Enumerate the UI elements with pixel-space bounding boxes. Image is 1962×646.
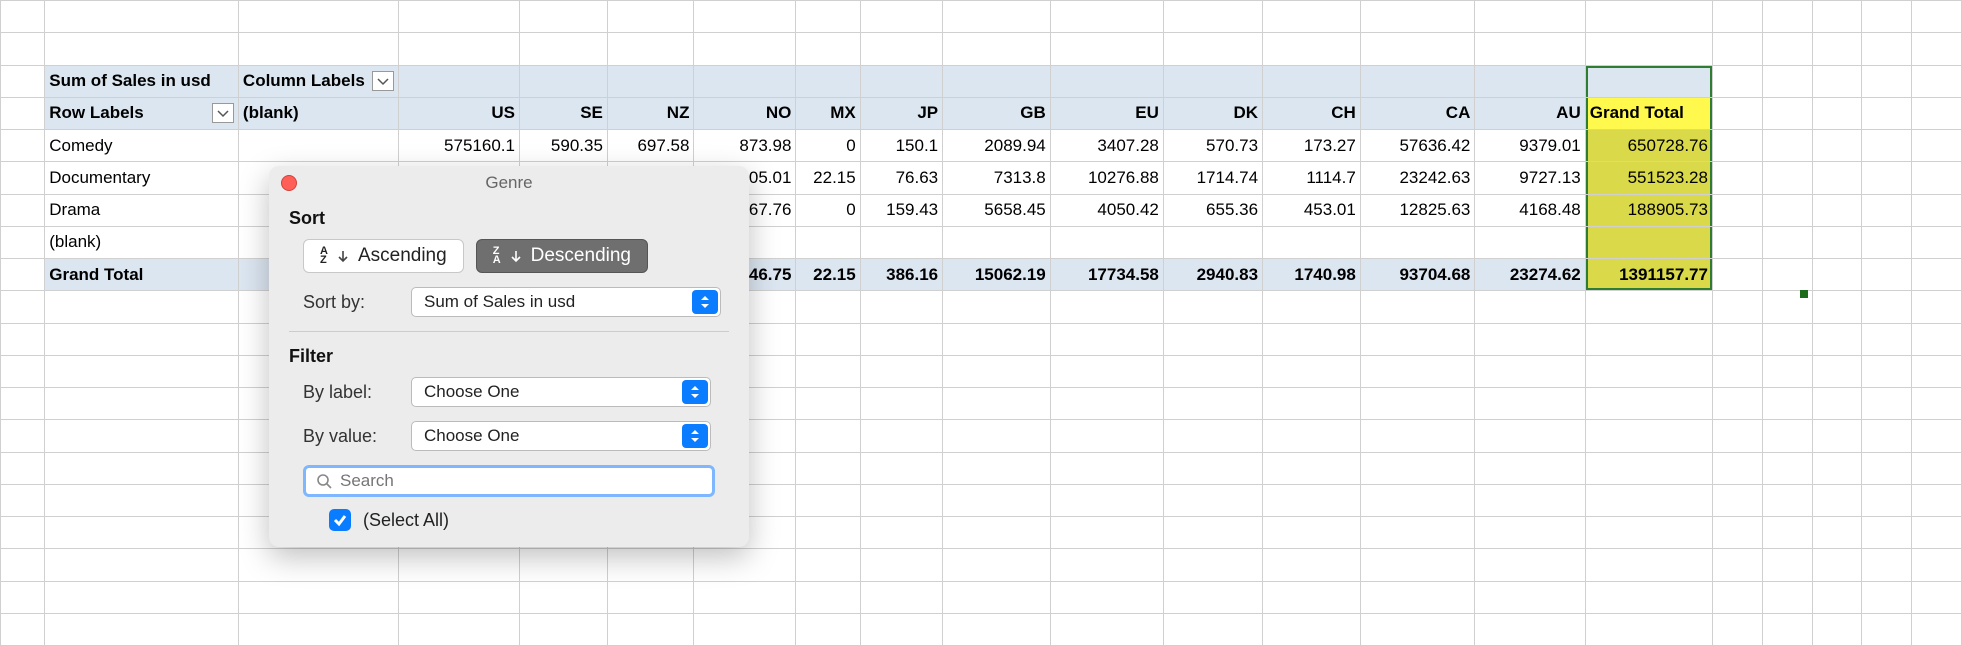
sort-header: Sort — [289, 208, 729, 229]
row-labels-text: Row Labels — [49, 103, 143, 122]
row-label: Documentary — [45, 162, 239, 194]
column-labels-text: Column Labels — [243, 71, 365, 90]
by-label-label: By label: — [303, 382, 393, 403]
column-labels-cell[interactable]: Column Labels — [238, 65, 398, 97]
col-no: NO — [694, 97, 796, 129]
row-label: Comedy — [45, 130, 239, 162]
col-ca: CA — [1360, 97, 1475, 129]
pivot-header-row-2: Row Labels (blank) US SE NZ NO MX JP GB … — [1, 97, 1962, 129]
filter-search-box[interactable] — [303, 465, 715, 497]
col-au: AU — [1475, 97, 1585, 129]
close-icon[interactable] — [281, 175, 297, 191]
col-gb: GB — [943, 97, 1051, 129]
select-stepper-icon — [682, 424, 708, 448]
empty-row-top — [1, 1, 1962, 33]
sort-filter-popover: Genre Sort AZ Ascending ZA Descending So… — [269, 166, 749, 547]
sort-by-label: Sort by: — [303, 292, 393, 313]
fill-handle[interactable] — [1800, 290, 1808, 298]
select-stepper-icon — [682, 380, 708, 404]
sort-by-select[interactable]: Sum of Sales in usd — [411, 287, 721, 317]
popover-titlebar: Genre — [269, 166, 749, 200]
row-labels-dropdown[interactable] — [212, 103, 234, 123]
col-dk: DK — [1163, 97, 1262, 129]
sort-ascending-button[interactable]: AZ Ascending — [303, 239, 464, 273]
search-icon — [316, 473, 332, 489]
col-se: SE — [519, 97, 607, 129]
col-mx: MX — [796, 97, 860, 129]
col-us: US — [398, 97, 519, 129]
col-grand-total: Grand Total — [1585, 97, 1712, 129]
sort-descending-button[interactable]: ZA Descending — [476, 239, 648, 273]
select-all-row[interactable]: (Select All) — [329, 509, 715, 531]
pivot-header-row-1: Sum of Sales in usd Column Labels — [1, 65, 1962, 97]
table-row: Comedy 575160.1 590.35 697.58 873.98 0 1… — [1, 130, 1962, 162]
col-ch: CH — [1263, 97, 1361, 129]
popover-title: Genre — [485, 173, 532, 193]
grand-total-cell: 1391157.77 — [1585, 259, 1712, 291]
grand-total-label: Grand Total — [45, 259, 239, 291]
filter-by-label-select[interactable]: Choose One — [411, 377, 711, 407]
select-all-label: (Select All) — [363, 510, 449, 531]
filter-by-value-select[interactable]: Choose One — [411, 421, 711, 451]
checkbox-checked-icon[interactable] — [329, 509, 351, 531]
select-stepper-icon — [692, 290, 718, 314]
sort-desc-icon: ZA — [493, 247, 501, 265]
col-nz: NZ — [607, 97, 694, 129]
sort-asc-icon: AZ — [320, 247, 328, 265]
by-value-label: By value: — [303, 426, 393, 447]
row-label: Drama — [45, 194, 239, 226]
empty-row-top2 — [1, 33, 1962, 65]
col-jp: JP — [860, 97, 942, 129]
column-labels-dropdown[interactable] — [372, 71, 394, 91]
row-label: (blank) — [45, 226, 239, 258]
col-eu: EU — [1050, 97, 1163, 129]
data-field-label: Sum of Sales in usd — [45, 65, 239, 97]
row-labels-cell[interactable]: Row Labels — [45, 97, 239, 129]
filter-search-input[interactable] — [340, 471, 702, 491]
filter-header: Filter — [289, 346, 729, 367]
col-blank: (blank) — [238, 97, 398, 129]
